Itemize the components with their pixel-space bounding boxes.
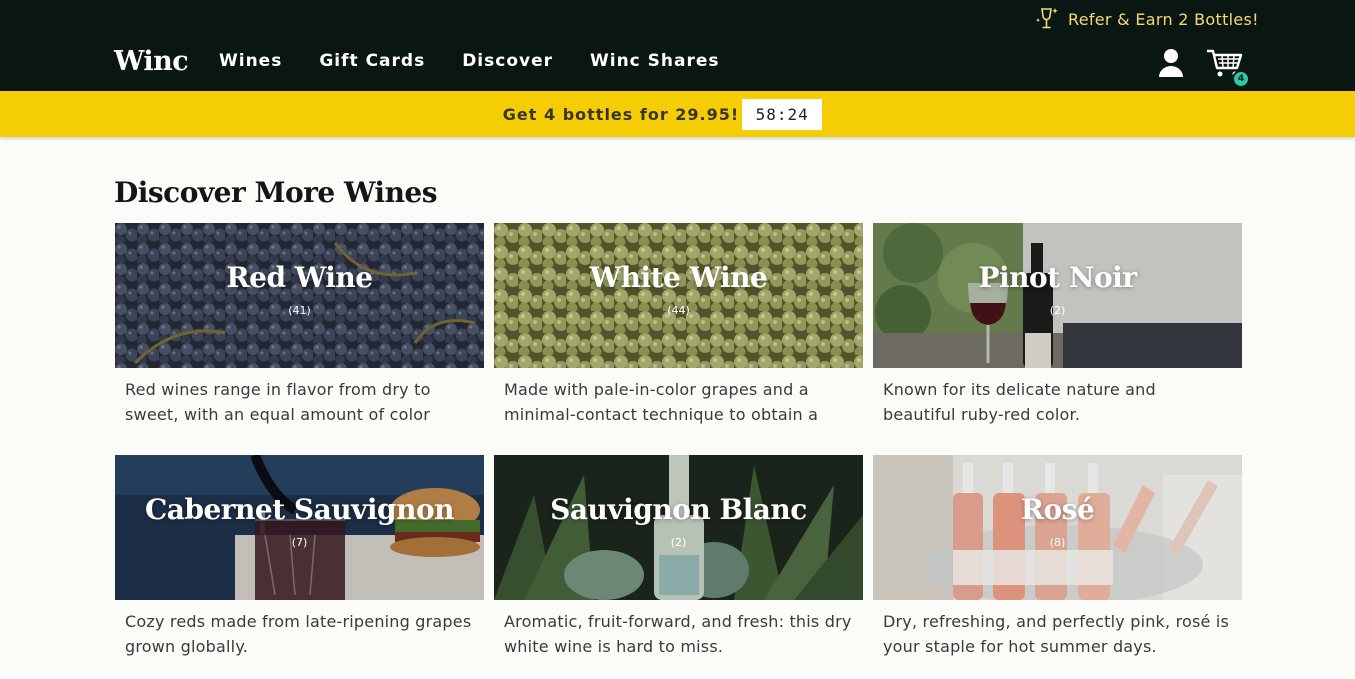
category-image: Red Wine (41) — [115, 223, 484, 368]
promo-bar: Get 4 bottles for 29.95! 58:24 — [0, 91, 1355, 137]
category-count: (7) — [291, 536, 308, 549]
main-nav: Wines Gift Cards Discover Winc Shares — [219, 51, 757, 71]
countdown-timer: 58:24 — [742, 98, 823, 130]
top-header: Refer & Earn 2 Bottles! Winc Wines Gift … — [0, 0, 1355, 91]
category-description: Aromatic, fruit-forward, and fresh: this… — [504, 612, 852, 656]
category-count: (2) — [670, 536, 687, 549]
category-title: Pinot Noir — [978, 261, 1137, 294]
category-title: White Wine — [589, 261, 768, 294]
category-title: Red Wine — [226, 261, 373, 294]
category-count: (44) — [667, 304, 690, 317]
category-image: Sauvignon Blanc (2) — [494, 455, 863, 600]
category-image: White Wine (44) — [494, 223, 863, 368]
category-title: Rosé — [1020, 493, 1095, 526]
category-title: Sauvignon Blanc — [550, 493, 807, 526]
category-count: (8) — [1049, 536, 1066, 549]
category-description: Made with pale-in-color grapes and a min… — [504, 380, 819, 424]
category-description: Cozy reds made from late-ripening grapes… — [125, 612, 472, 656]
wine-category-card-cabernet[interactable]: Cabernet Sauvignon (7) Cozy reds made fr… — [115, 455, 484, 659]
nav-winc-shares[interactable]: Winc Shares — [590, 51, 720, 71]
category-image: Pinot Noir (2) — [873, 223, 1242, 368]
category-description: Red wines range in flavor from dry to sw… — [125, 380, 431, 424]
cart-count-badge: 4 — [1232, 70, 1250, 88]
winc-logo[interactable]: Winc — [114, 46, 189, 77]
account-icon[interactable] — [1157, 48, 1185, 82]
refer-label: Refer & Earn 2 Bottles! — [1068, 9, 1259, 29]
wine-glass-sparkle-icon — [1035, 8, 1058, 29]
wine-category-card-white[interactable]: White Wine (44) Made with pale-in-color … — [494, 223, 863, 427]
wine-category-card-rose[interactable]: Rosé (8) Dry, refreshing, and perfectly … — [873, 455, 1242, 659]
promo-text[interactable]: Get 4 bottles for 29.95! — [503, 105, 739, 124]
wine-category-card-pinot-noir[interactable]: Pinot Noir (2) Known for its delicate na… — [873, 223, 1242, 427]
wine-category-card-sauvignon-blanc[interactable]: Sauvignon Blanc (2) Aromatic, fruit-forw… — [494, 455, 863, 659]
category-count: (2) — [1049, 304, 1066, 317]
category-title: Cabernet Sauvignon — [144, 493, 455, 526]
wine-category-card-red[interactable]: Red Wine (41) Red wines range in flavor … — [115, 223, 484, 427]
category-count: (41) — [288, 304, 311, 317]
nav-wines[interactable]: Wines — [219, 51, 282, 71]
category-description: Known for its delicate nature and beauti… — [883, 380, 1156, 424]
category-image: Rosé (8) — [873, 455, 1242, 600]
category-description: Dry, refreshing, and perfectly pink, ros… — [883, 612, 1230, 656]
nav-gift-cards[interactable]: Gift Cards — [319, 51, 425, 71]
refer-link[interactable]: Refer & Earn 2 Bottles! — [1034, 6, 1259, 32]
nav-discover[interactable]: Discover — [462, 51, 553, 71]
section-title: Discover More Wines — [114, 176, 438, 209]
category-image: Cabernet Sauvignon (7) — [115, 455, 484, 600]
